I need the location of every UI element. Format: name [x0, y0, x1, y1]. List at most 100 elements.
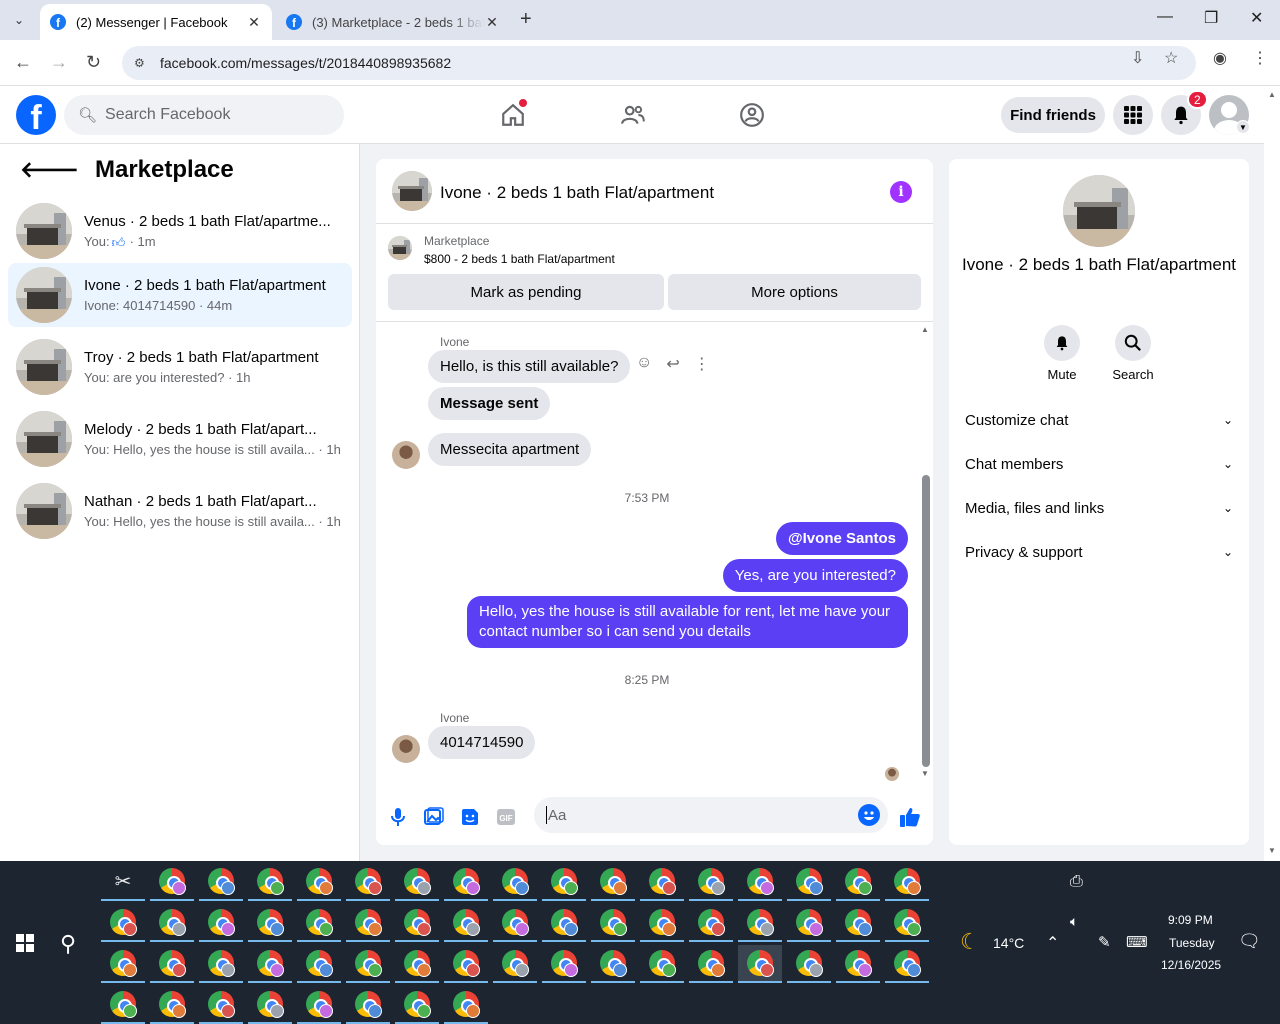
friends-icon[interactable]: [618, 100, 648, 130]
chrome-profile-icon[interactable]: [591, 904, 635, 942]
chrome-profile-icon[interactable]: [248, 945, 292, 983]
chrome-profile-icon[interactable]: [542, 904, 586, 942]
page-scrollbar[interactable]: ▲ ▼: [1264, 86, 1280, 861]
volume-icon[interactable]: 🔈︎: [1070, 913, 1078, 930]
close-window-icon[interactable]: ✕: [1250, 8, 1263, 28]
info-icon[interactable]: i: [890, 181, 912, 203]
site-settings-icon[interactable]: ⚙: [134, 56, 150, 70]
chrome-profile-icon[interactable]: [395, 945, 439, 983]
more-options-button[interactable]: More options: [668, 274, 921, 310]
react-smiley-icon[interactable]: ☺: [636, 354, 652, 374]
emoji-icon[interactable]: [858, 804, 880, 826]
chrome-profile-icon[interactable]: [444, 986, 488, 1024]
facebook-search-input[interactable]: 🔍︎ Search Facebook: [64, 95, 344, 135]
chrome-profile-icon[interactable]: [738, 945, 782, 983]
chrome-profile-icon[interactable]: [689, 945, 733, 983]
listing-thumbnail-large[interactable]: [1063, 175, 1135, 247]
chrome-profile-icon[interactable]: [885, 945, 929, 983]
thumbs-up-icon[interactable]: [898, 805, 922, 829]
chrome-profile-icon[interactable]: [199, 904, 243, 942]
tab-messenger[interactable]: f (2) Messenger | Facebook ✕: [40, 4, 272, 40]
chrome-profile-icon[interactable]: [346, 945, 390, 983]
facebook-logo-icon[interactable]: f: [16, 95, 56, 135]
chrome-profile-icon[interactable]: [836, 945, 880, 983]
incoming-message[interactable]: 4014714590: [428, 726, 536, 759]
reply-icon[interactable]: ↩: [666, 354, 679, 374]
chrome-profile-icon[interactable]: [248, 904, 292, 942]
chrome-profile-icon[interactable]: [248, 986, 292, 1024]
chrome-profile-icon[interactable]: [493, 904, 537, 942]
chrome-profile-icon[interactable]: [444, 904, 488, 942]
chrome-profile-icon[interactable]: [591, 945, 635, 983]
weather-temperature[interactable]: 14°C: [993, 935, 1024, 951]
message-input[interactable]: Aa: [534, 797, 888, 833]
url-omnibox[interactable]: ⚙ facebook.com/messages/t/20184408989356…: [122, 46, 1196, 80]
listing-price-title[interactable]: $800 - 2 beds 1 bath Flat/apartment: [424, 252, 615, 266]
chrome-profile-icon[interactable]: [542, 863, 586, 901]
photo-icon[interactable]: [422, 805, 446, 829]
chrome-profile-icon[interactable]: [640, 904, 684, 942]
message-thread[interactable]: Ivone Hello, is this still available? ☺ …: [376, 322, 933, 782]
conversation-nathan[interactable]: Nathan · 2 beds 1 bath Flat/apart... You…: [8, 479, 352, 543]
scroll-down-icon[interactable]: ▼: [921, 769, 929, 778]
reload-icon[interactable]: ↻: [86, 52, 101, 73]
chrome-profile-icon[interactable]: [346, 986, 390, 1024]
chrome-profile-icon[interactable]: [395, 863, 439, 901]
customize-chat-section[interactable]: Customize chat ⌄: [957, 398, 1241, 442]
scroll-up-icon[interactable]: ▲: [921, 325, 929, 334]
windows-start-icon[interactable]: [16, 934, 34, 952]
chrome-profile-icon[interactable]: [150, 904, 194, 942]
taskbar-search-icon[interactable]: ⚲: [60, 931, 76, 957]
chrome-profile-icon[interactable]: [101, 904, 145, 942]
privacy-support-section[interactable]: Privacy & support ⌄: [957, 530, 1241, 574]
chrome-profile-icon[interactable]: [297, 904, 341, 942]
chrome-profile-icon[interactable]: [640, 863, 684, 901]
chrome-profile-icon[interactable]: [689, 904, 733, 942]
chrome-profile-icon[interactable]: [787, 904, 831, 942]
chrome-profile-icon[interactable]: [395, 904, 439, 942]
sender-avatar[interactable]: [392, 441, 420, 469]
snipping-tool-icon[interactable]: ✂: [101, 863, 145, 901]
chrome-profile-icon[interactable]: [248, 863, 292, 901]
chrome-profile-icon[interactable]: [199, 986, 243, 1024]
chrome-profile-icon[interactable]: [444, 863, 488, 901]
chrome-profile-icon[interactable]: [591, 863, 635, 901]
chrome-profile-icon[interactable]: [150, 945, 194, 983]
microphone-icon[interactable]: [386, 805, 410, 829]
incoming-message[interactable]: Message sent: [428, 387, 551, 420]
clock-day[interactable]: Tuesday: [1169, 936, 1215, 950]
weather-moon-icon[interactable]: ☾: [960, 929, 980, 955]
pen-icon[interactable]: ✎: [1098, 933, 1111, 951]
bookmark-star-icon[interactable]: ☆: [1164, 48, 1178, 68]
groups-icon[interactable]: [737, 100, 767, 130]
minimize-icon[interactable]: —: [1157, 8, 1173, 26]
tab-search-chevron-icon[interactable]: ⌄: [8, 9, 30, 31]
chrome-profile-icon[interactable]: [199, 945, 243, 983]
thread-scrollbar[interactable]: ▲ ▼: [918, 325, 933, 781]
home-icon[interactable]: [498, 99, 528, 130]
chrome-profile-icon[interactable]: [787, 863, 831, 901]
mute-button[interactable]: Mute: [1032, 325, 1092, 382]
chrome-profile-icon[interactable]: [738, 904, 782, 942]
scroll-up-icon[interactable]: ▲: [1268, 90, 1276, 99]
outgoing-message[interactable]: @Ivone Santos: [776, 522, 908, 555]
chat-members-section[interactable]: Chat members ⌄: [957, 442, 1241, 486]
chrome-profile-icon[interactable]: [640, 945, 684, 983]
account-chevron-down-icon[interactable]: ▼: [1236, 120, 1250, 134]
mark-as-pending-button[interactable]: Mark as pending: [388, 274, 664, 310]
search-in-conversation-button[interactable]: Search: [1103, 325, 1163, 382]
chrome-profile-icon[interactable]: [150, 986, 194, 1024]
restore-icon[interactable]: ❐: [1204, 8, 1218, 28]
conversation-ivone[interactable]: Ivone · 2 beds 1 bath Flat/apartment Ivo…: [8, 263, 352, 327]
meet-now-icon[interactable]: ⎙: [1070, 873, 1083, 891]
chrome-profile-icon[interactable]: [885, 863, 929, 901]
outgoing-message[interactable]: Yes, are you interested?: [722, 559, 908, 592]
conversation-melody[interactable]: Melody · 2 beds 1 bath Flat/apart... You…: [8, 407, 352, 471]
chrome-profile-icon[interactable]: [493, 863, 537, 901]
close-tab-icon[interactable]: ✕: [484, 14, 500, 31]
show-hidden-icons-chevron-icon[interactable]: ⌃: [1046, 933, 1059, 953]
sticker-icon[interactable]: [458, 805, 482, 829]
chrome-profile-icon[interactable]: [297, 945, 341, 983]
more-vertical-icon[interactable]: ⋮: [694, 354, 710, 374]
sender-avatar[interactable]: [392, 735, 420, 763]
